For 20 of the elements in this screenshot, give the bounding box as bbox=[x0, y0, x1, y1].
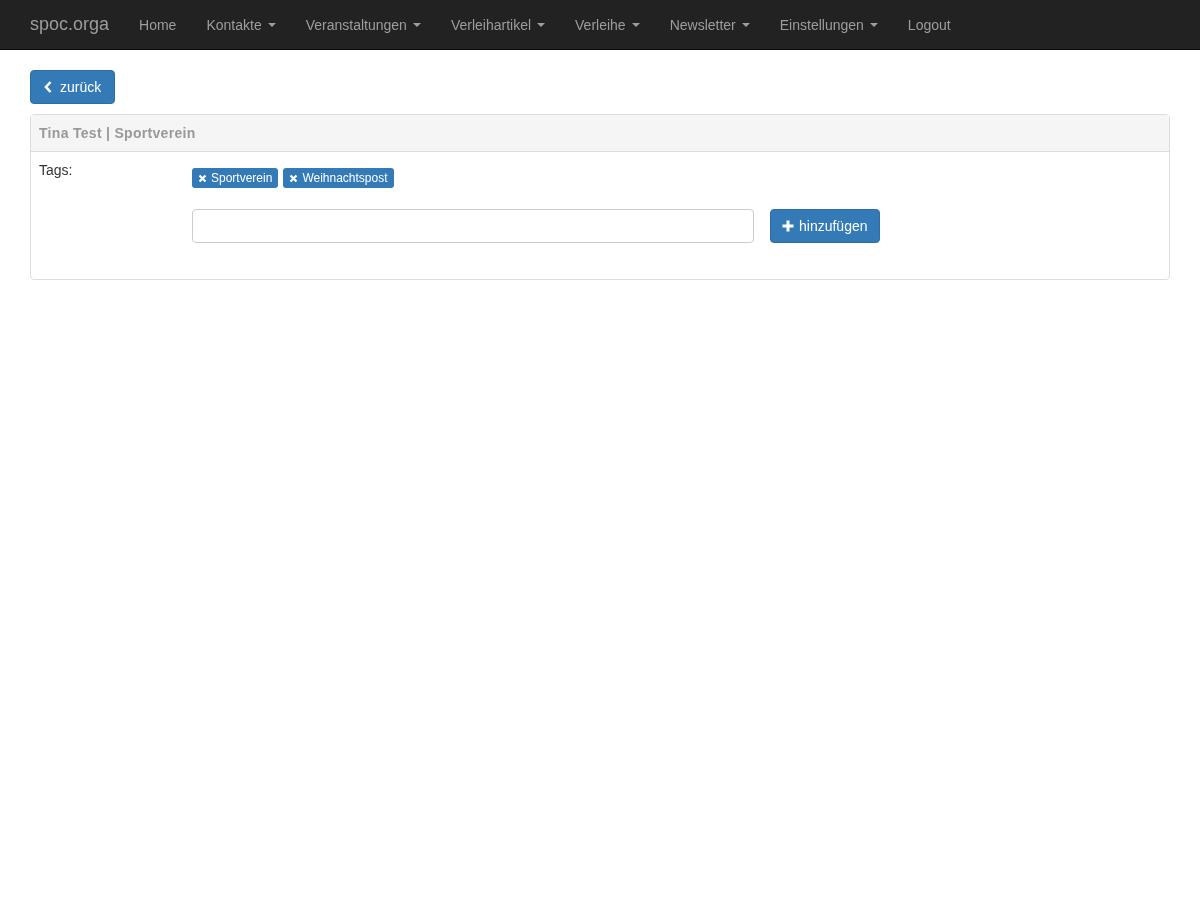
nav-link[interactable]: Verleihe bbox=[560, 1, 655, 48]
tags-label: Tags: bbox=[39, 162, 74, 180]
tag-badge[interactable]: Sportverein bbox=[192, 168, 279, 188]
nav-link[interactable]: Einstellungen bbox=[764, 1, 893, 48]
plus-icon bbox=[782, 220, 794, 232]
nav-link[interactable]: Logout bbox=[892, 1, 966, 48]
panel-title: Tina Test | Sportverein bbox=[31, 115, 1169, 152]
nav-link[interactable]: Home bbox=[124, 1, 192, 48]
nav-link[interactable]: Kontakte bbox=[191, 1, 291, 48]
remove-icon[interactable] bbox=[198, 173, 207, 183]
nav-link[interactable]: Verleihartikel bbox=[435, 1, 561, 48]
remove-icon[interactable] bbox=[289, 173, 299, 183]
add-button[interactable]: hinzufügen bbox=[770, 209, 880, 243]
chevron-left-icon bbox=[44, 81, 52, 93]
brand-link[interactable]: spoc.orga bbox=[15, 14, 125, 35]
tag-badge[interactable]: Weihnachtspost bbox=[283, 168, 394, 188]
nav-link[interactable]: Newsletter bbox=[654, 1, 765, 48]
tag-input-field[interactable] bbox=[192, 209, 754, 243]
back-button[interactable]: zurück bbox=[30, 70, 116, 104]
nav-link[interactable]: Veranstaltungen bbox=[290, 1, 436, 48]
